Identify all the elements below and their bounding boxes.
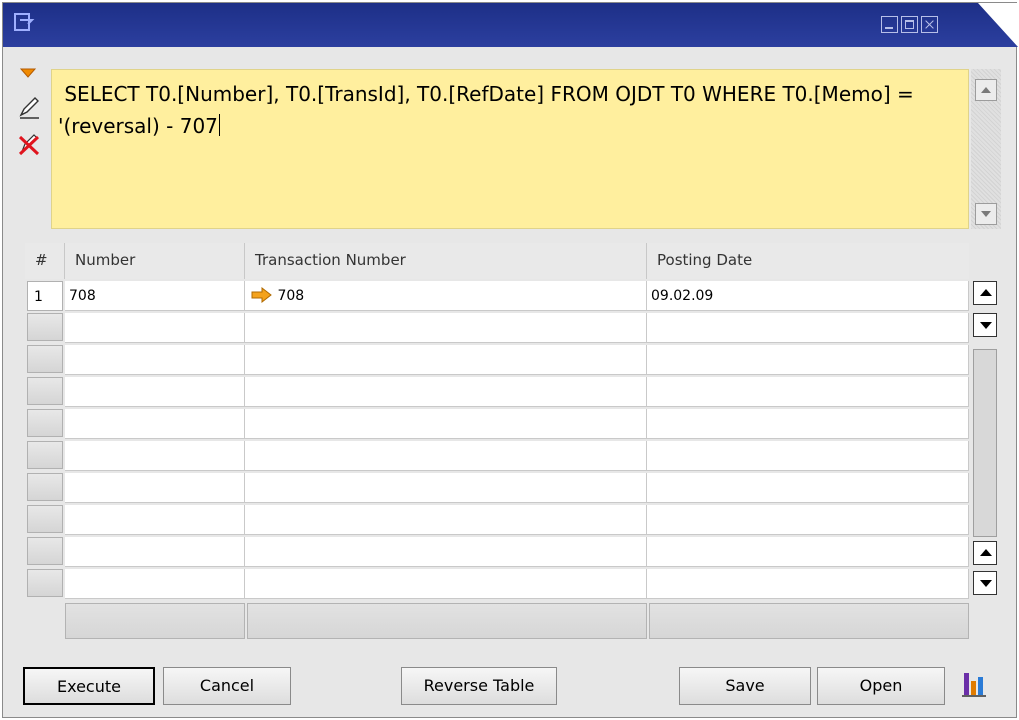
- table-cell[interactable]: [65, 505, 245, 535]
- text-caret: [218, 114, 220, 136]
- query-toolbar: [15, 65, 47, 185]
- minimize-button[interactable]: [881, 16, 898, 33]
- save-button[interactable]: Save: [679, 667, 811, 705]
- cell-transaction-number[interactable]: 708: [245, 281, 647, 311]
- row-header[interactable]: [27, 409, 63, 437]
- grid-page-down-button[interactable]: [973, 313, 997, 337]
- table-cell[interactable]: [65, 345, 245, 375]
- table-cell[interactable]: [245, 313, 647, 343]
- cancel-button[interactable]: Cancel: [163, 667, 291, 705]
- table-cell[interactable]: [65, 569, 245, 599]
- table-cell[interactable]: [647, 569, 969, 599]
- orange-arrow-icon[interactable]: [251, 286, 273, 304]
- table-cell[interactable]: [647, 377, 969, 407]
- query-text[interactable]: SELECT T0.[Number], T0.[TransId], T0.[Re…: [58, 78, 958, 142]
- row-number[interactable]: 1: [27, 281, 63, 311]
- execute-button[interactable]: Execute: [23, 667, 155, 705]
- query-scrollbar[interactable]: [971, 69, 1001, 229]
- query-scroll-down-button[interactable]: [975, 203, 997, 225]
- delete-icon[interactable]: [15, 129, 43, 157]
- grid-footer-cell: [247, 603, 647, 639]
- table-cell[interactable]: [65, 377, 245, 407]
- grid-scrollbar[interactable]: [971, 281, 999, 599]
- cell-number[interactable]: 708: [65, 281, 245, 311]
- grid-footer-cell: [65, 603, 245, 639]
- row-header[interactable]: [27, 473, 63, 501]
- table-cell[interactable]: [65, 473, 245, 503]
- maximize-button[interactable]: [901, 16, 918, 33]
- cell-posting-date[interactable]: 09.02.09: [647, 281, 969, 311]
- column-header-number[interactable]: Number: [65, 243, 245, 279]
- table-cell[interactable]: [647, 345, 969, 375]
- row-header[interactable]: [27, 537, 63, 565]
- column-header-index[interactable]: #: [25, 243, 65, 279]
- table-cell[interactable]: [65, 441, 245, 471]
- table-cell[interactable]: [245, 569, 647, 599]
- table-cell[interactable]: [245, 377, 647, 407]
- table-cell[interactable]: [647, 409, 969, 439]
- table-cell[interactable]: [647, 441, 969, 471]
- table-cell[interactable]: [647, 473, 969, 503]
- table-cell[interactable]: [245, 345, 647, 375]
- reverse-table-button[interactable]: Reverse Table: [401, 667, 557, 705]
- table-cell[interactable]: [647, 537, 969, 567]
- table-cell[interactable]: [245, 505, 647, 535]
- title-bar[interactable]: [3, 3, 1018, 47]
- row-header[interactable]: [27, 345, 63, 373]
- query-scroll-up-button[interactable]: [975, 79, 997, 101]
- table-cell[interactable]: [65, 409, 245, 439]
- window-frame: SELECT T0.[Number], T0.[TransId], T0.[Re…: [2, 2, 1018, 718]
- transaction-number-value: 708: [277, 288, 305, 304]
- table-cell[interactable]: [65, 313, 245, 343]
- grid-rows: 1 708 708 09.02.09: [25, 281, 969, 601]
- title-bar-corner: [978, 3, 1018, 47]
- grid-scroll-up-button[interactable]: [973, 281, 997, 305]
- close-button[interactable]: [921, 16, 938, 33]
- grid-footer-cell: [649, 603, 969, 639]
- row-header[interactable]: [27, 569, 63, 597]
- dropdown-triangle-icon[interactable]: [15, 65, 43, 93]
- column-header-posting-date[interactable]: Posting Date: [647, 243, 969, 279]
- table-cell[interactable]: [245, 537, 647, 567]
- results-grid: # Number Transaction Number Posting Date…: [25, 243, 969, 639]
- pencil-icon[interactable]: [15, 93, 43, 121]
- open-button[interactable]: Open: [817, 667, 945, 705]
- table-cell[interactable]: [647, 505, 969, 535]
- table-cell[interactable]: [647, 313, 969, 343]
- table-cell[interactable]: [245, 473, 647, 503]
- table-cell[interactable]: [65, 537, 245, 567]
- column-header-transaction-number[interactable]: Transaction Number: [245, 243, 647, 279]
- row-header[interactable]: [27, 441, 63, 469]
- row-header[interactable]: [27, 505, 63, 533]
- grid-scroll-thumb[interactable]: [973, 349, 997, 537]
- query-editor[interactable]: SELECT T0.[Number], T0.[TransId], T0.[Re…: [51, 69, 969, 229]
- table-cell[interactable]: [245, 409, 647, 439]
- row-header[interactable]: [27, 313, 63, 341]
- grid-page-up-button[interactable]: [973, 541, 997, 565]
- window-icon[interactable]: [13, 11, 35, 33]
- table-cell[interactable]: [245, 441, 647, 471]
- grid-scroll-down-button[interactable]: [973, 571, 997, 595]
- row-header[interactable]: [27, 377, 63, 405]
- query-generator-window: SELECT T0.[Number], T0.[TransId], T0.[Re…: [0, 0, 1019, 720]
- bar-chart-icon[interactable]: [961, 669, 987, 699]
